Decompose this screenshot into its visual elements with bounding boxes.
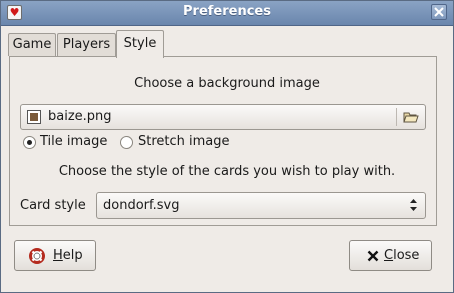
background-file-chooser[interactable]: baize.png: [20, 104, 426, 130]
help-button[interactable]: Help: [14, 240, 96, 271]
title-bar[interactable]: ♥ Preferences: [1, 1, 453, 26]
x-icon: [367, 250, 379, 266]
close-button-label: Close: [384, 248, 420, 263]
tab-style[interactable]: Style: [116, 30, 164, 58]
stretch-image-radio[interactable]: [120, 136, 133, 149]
card-style-label: Card style: [20, 198, 86, 213]
window-title: Preferences: [183, 4, 271, 19]
tab-game[interactable]: Game: [8, 33, 56, 56]
background-heading: Choose a background image: [134, 76, 320, 91]
window-close-button[interactable]: [431, 4, 447, 20]
card-style-heading: Choose the style of the cards you wish t…: [58, 164, 396, 179]
tile-image-label: Tile image: [40, 134, 108, 149]
help-button-label: Help: [53, 248, 83, 263]
preferences-window: ♥ Preferences Game Players Style Choose …: [0, 0, 454, 293]
tab-players[interactable]: Players: [57, 33, 116, 56]
image-file-icon: [27, 110, 41, 124]
tile-image-option[interactable]: Tile image: [23, 134, 123, 152]
close-button[interactable]: Close: [349, 240, 432, 271]
up-down-arrows-icon: [409, 198, 418, 216]
open-folder-icon[interactable]: [403, 110, 419, 128]
close-icon: [434, 7, 444, 17]
file-chooser-separator: [396, 108, 397, 126]
background-file-name: baize.png: [48, 109, 112, 124]
tile-image-radio[interactable]: [23, 136, 36, 149]
lifebuoy-icon: [29, 248, 45, 268]
card-style-combo[interactable]: dondorf.svg: [96, 192, 426, 219]
stretch-image-option[interactable]: Stretch image: [120, 134, 235, 152]
stretch-image-label: Stretch image: [138, 134, 230, 149]
card-style-value: dondorf.svg: [103, 198, 180, 213]
